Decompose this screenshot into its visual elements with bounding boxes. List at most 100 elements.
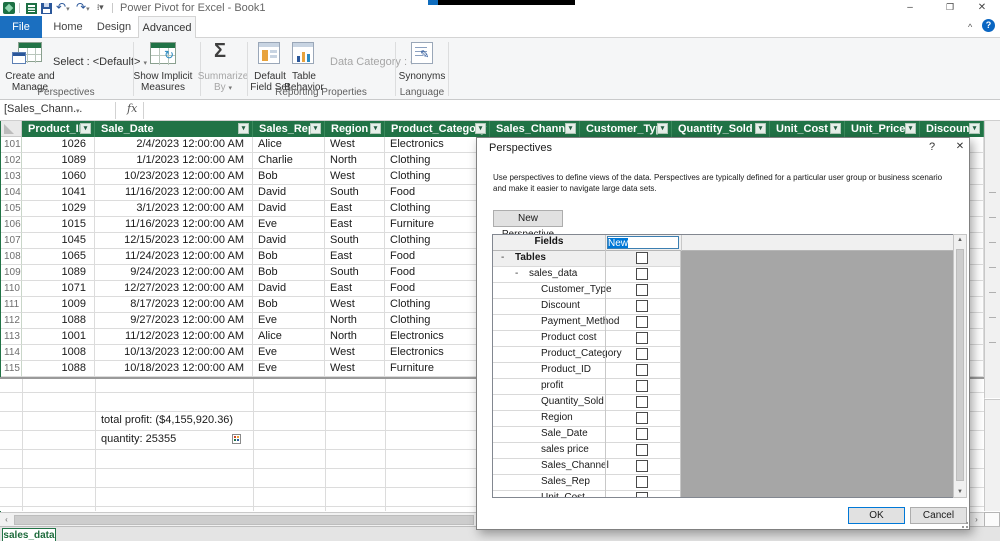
dialog-scroll-down-icon[interactable]: ▼ bbox=[954, 489, 966, 495]
grid-cell[interactable]: 11/16/2023 12:00:00 AM bbox=[95, 217, 253, 233]
filter-dropdown-icon[interactable]: ▾ bbox=[370, 123, 381, 134]
field-row-product-category[interactable]: Product_Category bbox=[493, 347, 681, 363]
help-icon[interactable]: ? bbox=[982, 19, 995, 32]
tab-advanced[interactable]: Advanced bbox=[138, 16, 196, 38]
field-checkbox[interactable] bbox=[636, 284, 648, 296]
grid-cell[interactable]: South bbox=[325, 185, 385, 201]
dialog-scroll-up-icon[interactable]: ▲ bbox=[954, 237, 966, 243]
name-box-dropdown-icon[interactable]: ▾ bbox=[76, 107, 80, 115]
grid-cell[interactable]: Alice bbox=[253, 329, 325, 345]
grid-cell[interactable]: David bbox=[253, 201, 325, 217]
cancel-button[interactable]: Cancel bbox=[910, 507, 967, 524]
grid-cell[interactable]: Bob bbox=[253, 249, 325, 265]
field-row-unit-cost[interactable]: Unit_Cost bbox=[493, 491, 681, 498]
grid-cell[interactable]: 9/24/2023 12:00:00 AM bbox=[95, 265, 253, 281]
grid-cell[interactable]: 1008 bbox=[22, 345, 95, 361]
grid-cell[interactable]: 1001 bbox=[22, 329, 95, 345]
field-row-sale-date[interactable]: Sale_Date bbox=[493, 427, 681, 443]
field-checkbox[interactable] bbox=[636, 364, 648, 376]
grid-cell[interactable]: 1045 bbox=[22, 233, 95, 249]
summarize-by-button[interactable]: SummarizeBy ▾ bbox=[194, 71, 252, 94]
field-row-sales-price[interactable]: sales price bbox=[493, 443, 681, 459]
column-header-customer_type[interactable]: Customer_Type▾ bbox=[580, 121, 672, 137]
row-number[interactable]: 111 bbox=[1, 297, 22, 313]
dialog-fields-scrollbar[interactable]: ▲ ▼ bbox=[953, 234, 967, 498]
grid-cell[interactable]: 10/18/2023 12:00:00 AM bbox=[95, 361, 253, 377]
grid-cell[interactable]: West bbox=[325, 297, 385, 313]
grid-cell[interactable]: 1065 bbox=[22, 249, 95, 265]
grid-cell[interactable]: Eve bbox=[253, 345, 325, 361]
filter-dropdown-icon[interactable]: ▾ bbox=[969, 123, 980, 134]
grid-cell[interactable]: East bbox=[325, 281, 385, 297]
qat-customize-icon[interactable]: ᎒▾ bbox=[97, 1, 104, 13]
field-checkbox[interactable] bbox=[636, 460, 648, 472]
save-icon[interactable] bbox=[41, 3, 52, 14]
filter-dropdown-icon[interactable]: ▾ bbox=[310, 123, 321, 134]
field-row-tables[interactable]: -Tables bbox=[493, 251, 681, 267]
grid-cell[interactable]: Electronics bbox=[385, 329, 490, 345]
row-number[interactable]: 104 bbox=[1, 185, 22, 201]
grid-cell[interactable]: Electronics bbox=[385, 137, 490, 153]
row-number[interactable]: 109 bbox=[1, 265, 22, 281]
row-number[interactable]: 105 bbox=[1, 201, 22, 217]
tree-collapse-icon[interactable]: - bbox=[515, 268, 518, 279]
row-number[interactable]: 108 bbox=[1, 249, 22, 265]
grid-cell[interactable]: West bbox=[325, 169, 385, 185]
grid-cell[interactable]: Eve bbox=[253, 217, 325, 233]
minimize-button[interactable]: – bbox=[896, 0, 924, 16]
close-button[interactable]: ✕ bbox=[968, 0, 996, 16]
undo-icon[interactable]: ↶▾ bbox=[56, 0, 70, 14]
ok-button[interactable]: OK bbox=[848, 507, 905, 524]
perspective-name-input[interactable]: New Perspective bbox=[607, 236, 679, 249]
grid-cell[interactable]: Eve bbox=[253, 313, 325, 329]
grid-cell[interactable]: West bbox=[325, 137, 385, 153]
grid-cell[interactable]: 11/24/2023 12:00:00 AM bbox=[95, 249, 253, 265]
grid-cell[interactable]: 1015 bbox=[22, 217, 95, 233]
dialog-help-icon[interactable]: ? bbox=[925, 141, 939, 155]
grid-cell[interactable]: 1041 bbox=[22, 185, 95, 201]
grid-cell[interactable]: 12/27/2023 12:00:00 AM bbox=[95, 281, 253, 297]
grid-cell[interactable]: Clothing bbox=[385, 153, 490, 169]
sheet-tab-sales-data[interactable]: sales_data bbox=[2, 528, 56, 541]
tab-design[interactable]: Design bbox=[90, 16, 138, 38]
row-number[interactable]: 107 bbox=[1, 233, 22, 249]
grid-cell[interactable]: 11/12/2023 12:00:00 AM bbox=[95, 329, 253, 345]
grid-cell[interactable]: South bbox=[325, 265, 385, 281]
grid-cell[interactable]: Clothing bbox=[385, 313, 490, 329]
column-header-unit_price[interactable]: Unit_Price▾ bbox=[845, 121, 920, 137]
field-row-product-id[interactable]: Product_ID bbox=[493, 363, 681, 379]
excel-icon[interactable] bbox=[26, 3, 37, 14]
grid-cell[interactable]: Alice bbox=[253, 137, 325, 153]
filter-dropdown-icon[interactable]: ▾ bbox=[657, 123, 668, 134]
create-and-manage-button[interactable] bbox=[12, 42, 46, 68]
field-row-payment-method[interactable]: Payment_Method bbox=[493, 315, 681, 331]
grid-cell[interactable]: 3/1/2023 12:00:00 AM bbox=[95, 201, 253, 217]
grid-cell[interactable]: West bbox=[325, 361, 385, 377]
row-number[interactable]: 114 bbox=[1, 345, 22, 361]
field-checkbox[interactable] bbox=[636, 300, 648, 312]
restore-button[interactable]: ❐ bbox=[936, 0, 964, 16]
column-header-sale_date[interactable]: Sale_Date▾ bbox=[95, 121, 253, 137]
grid-cell[interactable]: Food bbox=[385, 185, 490, 201]
row-number[interactable]: 112 bbox=[1, 313, 22, 329]
synonyms-button[interactable]: Synonyms bbox=[398, 71, 446, 82]
row-number[interactable]: 115 bbox=[1, 361, 22, 377]
name-box[interactable]: [Sales_Chann... bbox=[4, 103, 82, 115]
field-checkbox[interactable] bbox=[636, 332, 648, 344]
grid-cell[interactable]: East bbox=[325, 249, 385, 265]
grid-cell[interactable]: 1026 bbox=[22, 137, 95, 153]
show-implicit-measures-button[interactable]: ↻ bbox=[150, 42, 178, 66]
filter-dropdown-icon[interactable]: ▾ bbox=[905, 123, 916, 134]
field-checkbox[interactable] bbox=[636, 444, 648, 456]
field-checkbox[interactable] bbox=[636, 492, 648, 498]
grid-cell[interactable]: 1089 bbox=[22, 265, 95, 281]
grid-cell[interactable]: Food bbox=[385, 281, 490, 297]
grid-cell[interactable]: Clothing bbox=[385, 169, 490, 185]
grid-cell[interactable]: Bob bbox=[253, 265, 325, 281]
field-checkbox[interactable] bbox=[636, 268, 648, 280]
dialog-resize-grip[interactable] bbox=[961, 521, 968, 528]
field-row-customer-type[interactable]: Customer_Type bbox=[493, 283, 681, 299]
grid-cell[interactable]: 8/17/2023 12:00:00 AM bbox=[95, 297, 253, 313]
measure-quantity[interactable]: quantity: 25355 bbox=[101, 433, 176, 445]
field-checkbox[interactable] bbox=[636, 316, 648, 328]
